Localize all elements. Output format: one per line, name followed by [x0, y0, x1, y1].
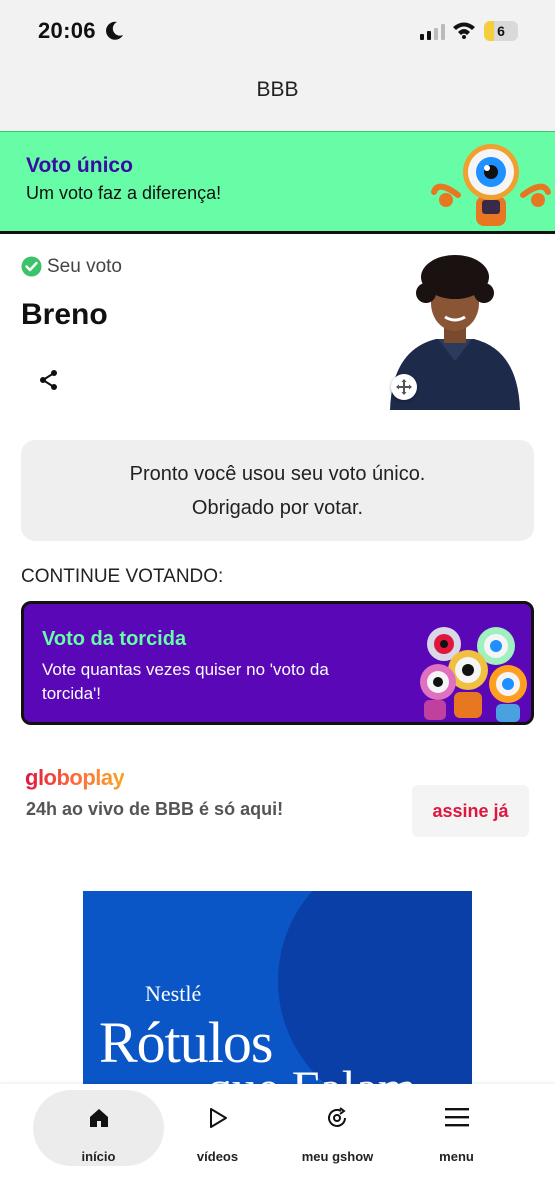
your-vote-label: Seu voto [47, 256, 122, 277]
bbb-eye-mascot-icon [428, 140, 553, 235]
check-circle-icon [21, 256, 42, 282]
torcida-subtitle: Vote quantas vezes quiser no 'voto da to… [42, 660, 329, 703]
tab-label: início [81, 1149, 116, 1164]
subscribe-button[interactable]: assine já [412, 785, 529, 837]
banner-subtitle: Um voto faz a diferença! [26, 183, 222, 203]
voto-da-torcida-card[interactable]: Voto da torcida Vote quantas vezes quise… [21, 601, 534, 725]
top-bar: 20:06 6 BBB [0, 0, 555, 131]
home-icon [87, 1106, 111, 1135]
globoplay-logo-text: globoplay [25, 765, 125, 790]
battery-icon: 6 [484, 21, 518, 41]
continue-voting-heading: CONTINUE VOTANDO: [21, 566, 224, 587]
tab-meu-gshow[interactable]: meu gshow [285, 1090, 390, 1166]
bottom-tab-bar: início vídeos meu gshow menu [0, 1084, 555, 1200]
refresh-icon [325, 1106, 349, 1135]
voto-unico-banner[interactable]: Voto único Um voto faz a diferença! [0, 131, 555, 234]
tab-inicio[interactable]: início [33, 1090, 164, 1166]
vote-confirmation-box [21, 440, 534, 541]
tab-label: meu gshow [301, 1149, 374, 1164]
move-icon[interactable] [391, 374, 417, 400]
tab-label: menu [439, 1149, 474, 1164]
candidate-name: Breno [21, 298, 108, 331]
confirmation-line-2: Obrigado por votar. [191, 497, 364, 519]
play-icon [206, 1106, 230, 1135]
tab-videos[interactable]: vídeos [165, 1090, 270, 1166]
globoplay-promo-text: 24h ao vivo de BBB é só aqui! [26, 799, 284, 819]
tab-menu[interactable]: menu [404, 1090, 509, 1166]
share-icon[interactable] [38, 369, 60, 396]
globoplay-logo: globoplay [25, 765, 125, 791]
battery-level: 6 [497, 23, 505, 39]
confirmation-line-1: Pronto você usou seu voto único. [129, 463, 426, 485]
nestle-advertisement[interactable]: Nestlé Rótulos que Falam [83, 891, 472, 1085]
ad-headline-line-2: que Falam [207, 1059, 417, 1085]
ad-brand: Nestlé [145, 981, 202, 1006]
signal-icon [420, 24, 446, 45]
menu-icon [444, 1106, 470, 1133]
banner-title: Voto único [26, 154, 133, 177]
status-bar: 20:06 6 [0, 0, 555, 62]
bbb-mascots-icon [404, 622, 531, 722]
page-title: BBB [256, 78, 299, 101]
tab-label: vídeos [196, 1149, 239, 1164]
moon-icon [104, 20, 124, 47]
torcida-title: Voto da torcida [42, 628, 187, 650]
wifi-icon [452, 21, 476, 44]
status-time: 20:06 [38, 18, 96, 43]
